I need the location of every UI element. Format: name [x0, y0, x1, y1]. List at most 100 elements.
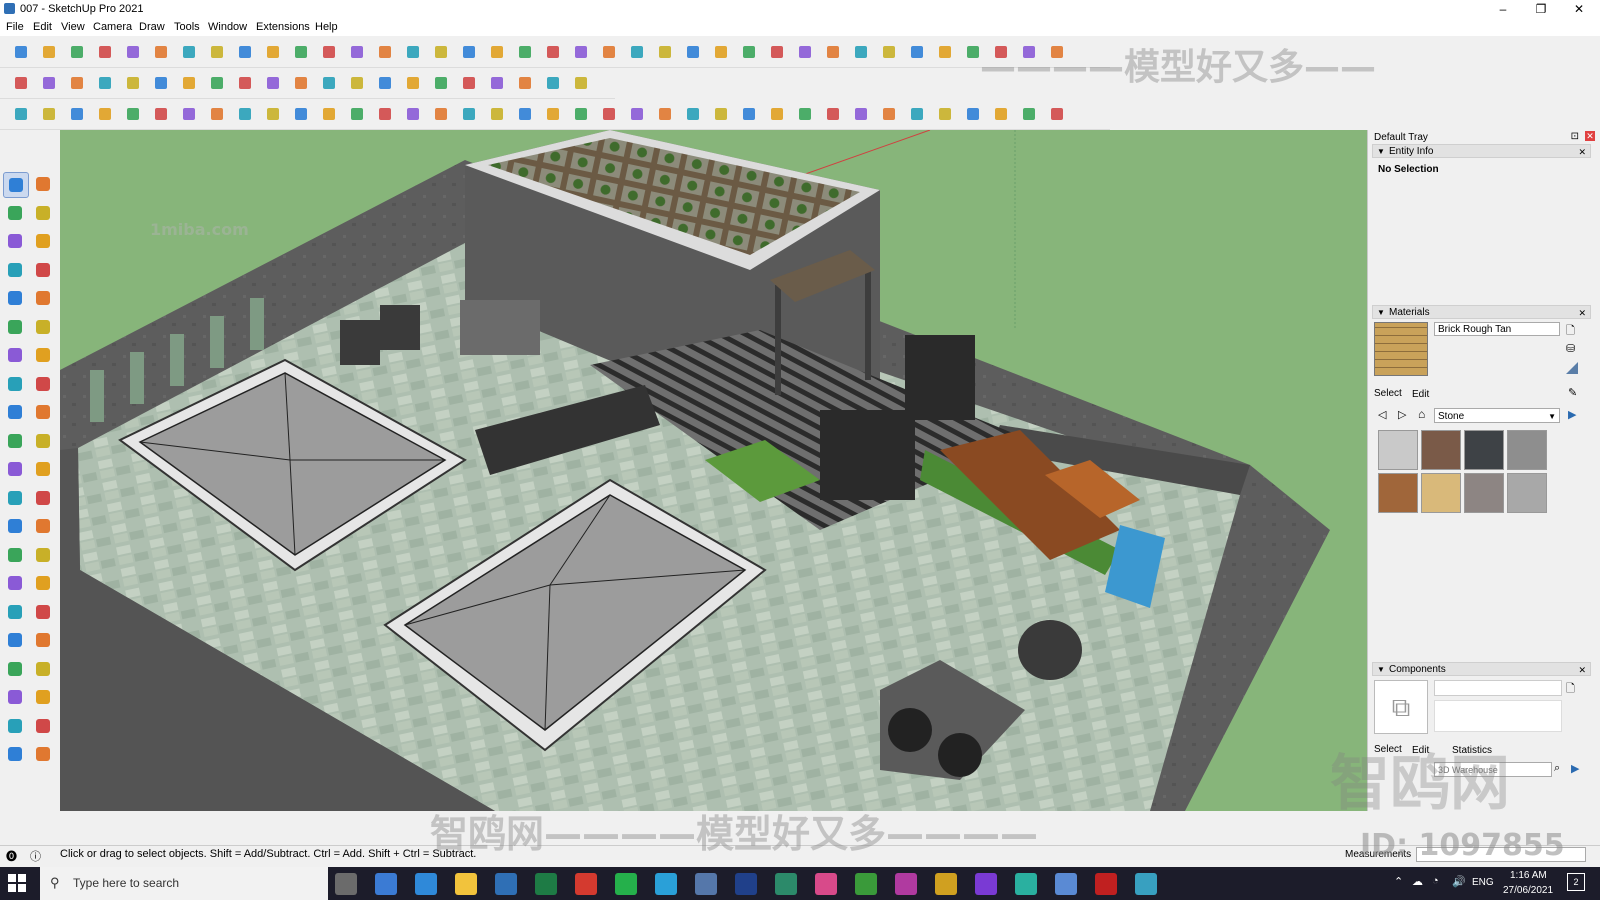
toolbar-tool-icon[interactable]: [570, 41, 592, 63]
maximize-button[interactable]: ❐: [1522, 0, 1560, 18]
material-swatch[interactable]: [1378, 473, 1418, 513]
taskbar-app-icon[interactable]: [775, 873, 797, 895]
taskbar-app-icon[interactable]: [415, 873, 437, 895]
drawing-tool-icon[interactable]: [3, 543, 27, 567]
toolbar-tool-icon[interactable]: [514, 72, 536, 94]
toolbar-tool-icon[interactable]: [878, 41, 900, 63]
toolbar-tool-icon[interactable]: [514, 41, 536, 63]
toolbar-tool-icon[interactable]: [1046, 103, 1068, 125]
clock-time[interactable]: 1:16 AM: [1510, 870, 1547, 881]
toolbar-tool-icon[interactable]: [850, 103, 872, 125]
toolbar-tool-icon[interactable]: [486, 103, 508, 125]
toolbar-tool-icon[interactable]: [850, 41, 872, 63]
taskbar-app-icon[interactable]: [575, 873, 597, 895]
toolbar-tool-icon[interactable]: [430, 41, 452, 63]
tray-close-icon[interactable]: ✕: [1585, 131, 1595, 141]
menu-tools[interactable]: Tools: [174, 21, 200, 33]
taskbar-app-icon[interactable]: [935, 873, 957, 895]
taskbar-search-box[interactable]: ⚲ Type here to search: [40, 867, 328, 900]
taskbar-app-icon[interactable]: [1095, 873, 1117, 895]
paint-bucket-icon[interactable]: [1566, 362, 1578, 374]
component-description-field[interactable]: [1434, 700, 1562, 732]
drawing-tool-icon[interactable]: [3, 457, 27, 481]
menu-window[interactable]: Window: [208, 21, 247, 33]
home-icon[interactable]: ⌂: [1418, 407, 1425, 421]
drawing-tool-icon[interactable]: [31, 742, 55, 766]
drawing-tool-icon[interactable]: [31, 628, 55, 652]
toolbar-tool-icon[interactable]: [234, 72, 256, 94]
toolbar-tool-icon[interactable]: [38, 72, 60, 94]
drawing-tool-icon[interactable]: [3, 600, 27, 624]
drawing-tool-icon[interactable]: [3, 429, 27, 453]
toolbar-tool-icon[interactable]: [626, 103, 648, 125]
material-swatch[interactable]: [1421, 430, 1461, 470]
drawing-tool-icon[interactable]: [31, 714, 55, 738]
geolocation-icon[interactable]: ⓿: [6, 848, 17, 864]
drawing-tool-icon[interactable]: [31, 486, 55, 510]
drawing-tool-icon[interactable]: [31, 258, 55, 282]
toolbar-tool-icon[interactable]: [346, 103, 368, 125]
material-swatch[interactable]: [1378, 430, 1418, 470]
toolbar-tool-icon[interactable]: [458, 41, 480, 63]
drawing-tool-icon[interactable]: [3, 229, 27, 253]
search-icon[interactable]: ⌕: [1554, 762, 1560, 775]
drawing-tool-icon[interactable]: [3, 343, 27, 367]
toolbar-tool-icon[interactable]: [346, 72, 368, 94]
toolbar-tool-icon[interactable]: [654, 103, 676, 125]
toolbar-tool-icon[interactable]: [570, 103, 592, 125]
toolbar-tool-icon[interactable]: [318, 41, 340, 63]
material-swatch[interactable]: [1507, 430, 1547, 470]
taskbar-app-icon[interactable]: [615, 873, 637, 895]
drawing-tool-icon[interactable]: [3, 486, 27, 510]
close-button[interactable]: ✕: [1560, 0, 1598, 18]
toolbar-tool-icon[interactable]: [206, 103, 228, 125]
toolbar-tool-icon[interactable]: [486, 72, 508, 94]
toolbar-tool-icon[interactable]: [962, 41, 984, 63]
material-swatch[interactable]: [1464, 430, 1504, 470]
drawing-tool-icon[interactable]: [31, 571, 55, 595]
toolbar-tool-icon[interactable]: [430, 103, 452, 125]
taskbar-app-icon[interactable]: [1015, 873, 1037, 895]
materials-header[interactable]: ▼ Materials ✕: [1372, 305, 1591, 319]
drawing-tool-icon[interactable]: [31, 514, 55, 538]
toolbar-tool-icon[interactable]: [822, 103, 844, 125]
forward-icon[interactable]: ▷: [1398, 408, 1406, 421]
taskbar-app-icon[interactable]: [975, 873, 997, 895]
taskbar-app-icon[interactable]: [895, 873, 917, 895]
toolbar-tool-icon[interactable]: [374, 72, 396, 94]
materials-tab-edit[interactable]: Edit: [1412, 389, 1429, 400]
toolbar-tool-icon[interactable]: [710, 41, 732, 63]
components-header[interactable]: ▼ Components ✕: [1372, 662, 1591, 676]
toolbar-tool-icon[interactable]: [346, 41, 368, 63]
toolbar-tool-icon[interactable]: [626, 41, 648, 63]
toolbar-tool-icon[interactable]: [934, 103, 956, 125]
taskbar-app-icon[interactable]: [1055, 873, 1077, 895]
drawing-tool-icon[interactable]: [31, 286, 55, 310]
toolbar-tool-icon[interactable]: [794, 41, 816, 63]
material-swatch[interactable]: [1464, 473, 1504, 513]
toolbar-tool-icon[interactable]: [458, 103, 480, 125]
drawing-tool-icon[interactable]: [3, 201, 27, 225]
taskbar-app-icon[interactable]: [815, 873, 837, 895]
notification-icon[interactable]: 2: [1567, 873, 1585, 891]
taskbar-app-icon[interactable]: [335, 873, 357, 895]
reset-color-icon[interactable]: ⛁: [1566, 342, 1575, 355]
toolbar-tool-icon[interactable]: [598, 41, 620, 63]
toolbar-tool-icon[interactable]: [290, 103, 312, 125]
close-icon[interactable]: ✕: [1578, 663, 1586, 677]
toolbar-tool-icon[interactable]: [318, 72, 340, 94]
drawing-tool-icon[interactable]: [31, 315, 55, 339]
taskbar-app-icon[interactable]: [695, 873, 717, 895]
component-name-field[interactable]: [1434, 680, 1562, 696]
menu-view[interactable]: View: [61, 21, 85, 33]
toolbar-tool-icon[interactable]: [822, 41, 844, 63]
toolbar-tool-icon[interactable]: [206, 72, 228, 94]
toolbar-tool-icon[interactable]: [682, 41, 704, 63]
drawing-tool-icon[interactable]: [31, 429, 55, 453]
taskbar-app-icon[interactable]: [375, 873, 397, 895]
drawing-tool-icon[interactable]: [31, 172, 55, 196]
toolbar-tool-icon[interactable]: [542, 41, 564, 63]
drawing-tool-icon[interactable]: [3, 286, 27, 310]
toolbar-tool-icon[interactable]: [234, 41, 256, 63]
toolbar-tool-icon[interactable]: [94, 103, 116, 125]
